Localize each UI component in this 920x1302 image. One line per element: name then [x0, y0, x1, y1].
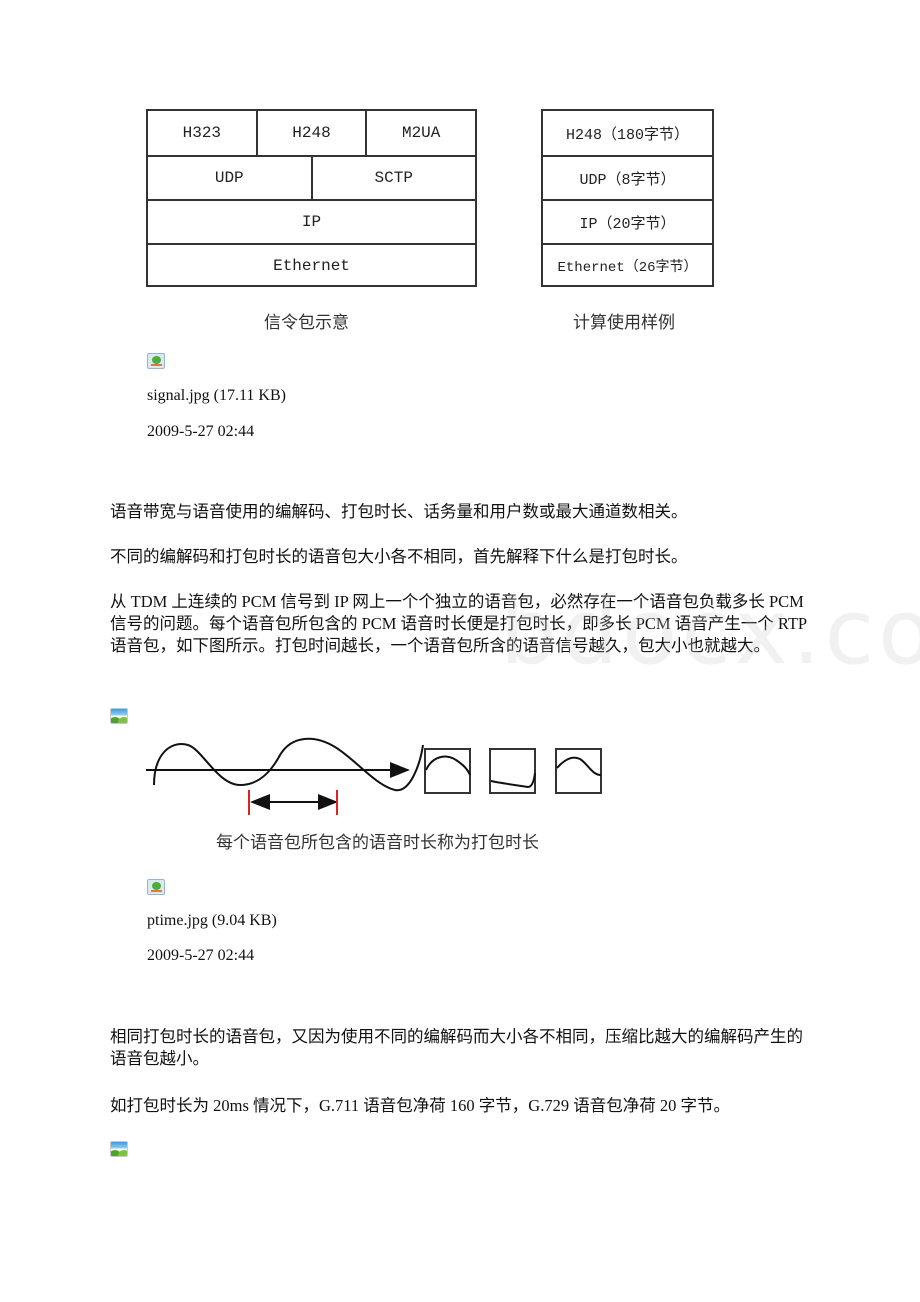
calc-cell-ethernet: Ethernet（26字节） [557, 260, 698, 276]
paragraph-payload-example: 如打包时长为 20ms 情况下，G.711 语音包净荷 160 字节，G.729… [110, 1096, 730, 1115]
signal-stack-diagram: H323 H248 M2UA UDP SCTP IP Ethernet [146, 109, 477, 287]
image-icon[interactable] [110, 708, 128, 724]
signal-stack-caption: 信令包示意 [264, 313, 349, 333]
pcm-waveform [153, 737, 424, 792]
stack-row-network: IP [148, 199, 475, 243]
paragraph-ptime-intro: 不同的编解码和打包时长的语音包大小各不相同，首先解释下什么是打包时长。 [110, 547, 688, 566]
attachment-date: 2009-5-27 02:44 [147, 947, 255, 964]
voice-packet [424, 748, 471, 794]
ptime-diagram [146, 737, 602, 815]
stack-cell-h248: H248 [255, 111, 366, 155]
calc-row-h248: H248（180字节） [543, 111, 712, 155]
stack-cell-sctp: SCTP [310, 157, 476, 199]
stack-cell-ip: IP [301, 213, 322, 231]
calc-row-ethernet: Ethernet（26字节） [543, 243, 712, 287]
image-icon[interactable] [110, 1141, 128, 1157]
broken-image-icon[interactable] [147, 353, 165, 369]
attachment-filename[interactable]: ptime.jpg (9.04 KB) [147, 912, 277, 930]
calc-row-ip: IP（20字节） [543, 199, 712, 243]
calc-cell-ip: IP（20字节） [579, 215, 676, 233]
paragraph-bandwidth: 语音带宽与语音使用的编解码、打包时长、话务量和用户数或最大通道数相关。 [110, 502, 688, 521]
paragraph-ptime-explain: 从 TDM 上连续的 PCM 信号到 IP 网上一个个独立的语音包，必然存在一个… [110, 592, 807, 655]
attachment-date: 2009-5-27 02:44 [147, 423, 255, 440]
stack-row-app: H323 H248 M2UA [148, 111, 475, 155]
broken-image-icon[interactable] [147, 879, 165, 895]
calc-stack-caption: 计算使用样例 [573, 313, 675, 333]
calc-cell-udp: UDP（8字节） [579, 171, 676, 189]
calc-row-udp: UDP（8字节） [543, 155, 712, 199]
stack-row-transport: UDP SCTP [148, 155, 475, 199]
stack-cell-h323: H323 [182, 124, 222, 142]
ptime-diagram-caption: 每个语音包所包含的语音时长称为打包时长 [216, 833, 539, 853]
stack-cell-udp: UDP [214, 169, 244, 187]
stack-row-link: Ethernet [148, 243, 475, 287]
stack-cell-m2ua: M2UA [365, 111, 475, 155]
voice-packet [555, 748, 602, 794]
attachment-filename[interactable]: signal.jpg (17.11 KB) [147, 387, 286, 405]
paragraph-codec-size: 相同打包时长的语音包，又因为使用不同的编解码而大小各不相同，压缩比越大的编解码产… [110, 1027, 803, 1068]
calc-cell-h248: H248（180字节） [565, 126, 689, 144]
voice-packet [489, 748, 536, 794]
stack-cell-ethernet: Ethernet [273, 257, 350, 275]
calc-stack-diagram: H248（180字节） UDP（8字节） IP（20字节） Ethernet（2… [541, 109, 714, 287]
